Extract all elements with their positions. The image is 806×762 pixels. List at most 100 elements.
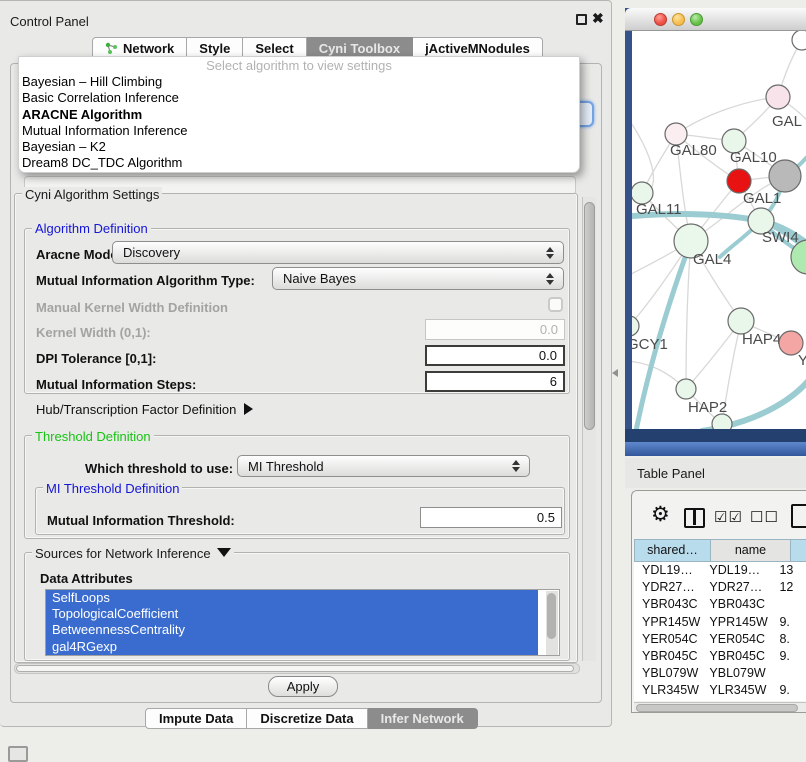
table-cell[interactable]: YLR345W	[701, 682, 771, 699]
close-window-icon[interactable]	[654, 13, 667, 26]
table-row[interactable]: YPR145WYPR145W9.	[634, 614, 806, 631]
aracne-mode-combo[interactable]: Discovery	[112, 241, 564, 264]
table-row[interactable]: YIL052CYIL052C9	[634, 700, 806, 702]
apply-button[interactable]: Apply	[268, 676, 338, 697]
table-hscrollbar[interactable]	[634, 702, 806, 713]
tab-infer-network[interactable]: Infer Network	[368, 708, 478, 729]
table-cell[interactable]: YBL079W	[701, 665, 771, 682]
network-node[interactable]	[712, 414, 732, 429]
dropdown-item[interactable]: Dream8 DC_TDC Algorithm	[19, 155, 579, 171]
network-node[interactable]	[792, 31, 806, 50]
network-node-hap2[interactable]	[676, 379, 696, 399]
table-row[interactable]: YDL19…YDL19…13	[634, 562, 806, 579]
dropdown-item[interactable]: Bayesian – K2	[19, 139, 579, 155]
threshold-definition-legend: Threshold Definition	[32, 429, 154, 444]
network-node-gcy1[interactable]	[632, 316, 639, 336]
table-cell[interactable]: YIL052C	[634, 700, 701, 702]
split-columns-icon[interactable]	[684, 508, 705, 528]
settings-hscrollbar-thumb[interactable]	[16, 665, 574, 672]
data-attributes-list[interactable]: SelfLoopsTopologicalCoefficientBetweenne…	[45, 589, 560, 656]
data-attribute-item[interactable]: BetweennessCentrality	[46, 622, 538, 638]
column-header[interactable]: A	[791, 539, 806, 562]
table-cell[interactable]	[771, 665, 806, 682]
settings-vscrollbar[interactable]	[582, 197, 596, 661]
table-cell[interactable]: YLR345W	[634, 682, 701, 699]
list-vscrollbar[interactable]	[546, 591, 558, 655]
hub-expander[interactable]: Hub/Transcription Factor Definition	[36, 402, 253, 417]
deselect-all-columns-icon[interactable]: ☐☐	[750, 508, 779, 526]
table-row[interactable]: YBR045CYBR045C9.	[634, 648, 806, 665]
dropdown-item[interactable]: ARACNE Algorithm	[19, 107, 579, 123]
list-vscrollbar-thumb[interactable]	[547, 593, 556, 639]
expander-collapsed-icon[interactable]	[244, 403, 253, 415]
table-cell[interactable]: YBL079W	[634, 665, 701, 682]
table-row[interactable]: YDR27…YDR27…12	[634, 579, 806, 596]
table-cell[interactable]: YBR043C	[701, 596, 771, 613]
tab-discretize-data[interactable]: Discretize Data	[247, 708, 367, 729]
table-cell[interactable]: 9	[771, 700, 806, 702]
new-table-icon[interactable]	[791, 504, 806, 528]
table-cell[interactable]: 12	[771, 579, 806, 596]
table-cell[interactable]: YBR045C	[701, 648, 771, 665]
table-cell[interactable]: YPR145W	[634, 614, 701, 631]
float-panel-icon[interactable]	[576, 14, 587, 25]
dpi-tolerance-field[interactable]: 0.0	[425, 345, 565, 366]
network-canvas[interactable]: GALGAL80GAL10GAL1GAL11SWI4GAL4GCY1HAP4YH…	[632, 31, 806, 429]
data-attribute-item[interactable]: TopologicalCoefficient	[46, 606, 538, 622]
table-cell[interactable]: YER054C	[701, 631, 771, 648]
network-node[interactable]	[769, 160, 801, 192]
table-cell[interactable]	[771, 596, 806, 613]
settings-hscrollbar[interactable]	[14, 663, 580, 674]
table-cell[interactable]: YBR043C	[634, 596, 701, 613]
network-window-titlebar[interactable]	[625, 8, 806, 31]
dropdown-item[interactable]: Basic Correlation Inference	[19, 90, 579, 106]
table-cell[interactable]: YDL19…	[701, 562, 771, 579]
sources-legend[interactable]: Sources for Network Inference	[32, 546, 234, 561]
network-edge[interactable]	[632, 111, 653, 193]
mi-threshold-field[interactable]: 0.5	[420, 507, 562, 528]
which-threshold-combo[interactable]: MI Threshold	[237, 455, 530, 477]
column-header[interactable]: shared…	[634, 539, 711, 562]
table-cell[interactable]: 9.	[771, 648, 806, 665]
table-cell[interactable]: YDL19…	[634, 562, 701, 579]
dropdown-item[interactable]: Mutual Information Inference	[19, 123, 579, 139]
expander-expanded-icon[interactable]	[217, 548, 231, 557]
network-edge[interactable]	[676, 97, 778, 134]
minimize-window-icon[interactable]	[672, 13, 685, 26]
table-cell[interactable]: YIL052C	[701, 700, 771, 702]
splitter-collapse-icon[interactable]	[612, 369, 618, 377]
data-attribute-item[interactable]: SelfLoops	[46, 590, 538, 606]
table-hscrollbar-thumb[interactable]	[636, 704, 798, 712]
table-cell[interactable]: 9.	[771, 682, 806, 699]
gear-icon[interactable]: ⚙	[651, 504, 670, 525]
zoom-window-icon[interactable]	[690, 13, 703, 26]
close-panel-icon[interactable]: ✖	[592, 10, 604, 27]
table-row[interactable]: YLR345WYLR345W9.	[634, 682, 806, 699]
table-row[interactable]: YBL079WYBL079W	[634, 665, 806, 682]
table-cell[interactable]: 9.	[771, 614, 806, 631]
network-edge-highlighted[interactable]	[636, 241, 691, 429]
spinner-arrows-icon	[546, 247, 554, 259]
settings-vscrollbar-thumb[interactable]	[584, 202, 595, 430]
tab-impute-data[interactable]: Impute Data	[145, 708, 247, 729]
network-node-gal[interactable]	[766, 85, 790, 109]
table-cell[interactable]: 13	[771, 562, 806, 579]
tab-label: Network	[123, 41, 174, 56]
column-header[interactable]: name	[711, 539, 791, 562]
bottom-corner-button[interactable]	[8, 746, 28, 762]
select-all-columns-icon[interactable]: ☑☑	[714, 508, 743, 526]
data-attributes-label: Data Attributes	[40, 571, 133, 586]
table-row[interactable]: YER054CYER054C8.	[634, 631, 806, 648]
mi-steps-field[interactable]: 6	[425, 371, 565, 392]
network-edge[interactable]	[686, 241, 691, 389]
table-cell[interactable]: YDR27…	[634, 579, 701, 596]
dropdown-item[interactable]: Bayesian – Hill Climbing	[19, 74, 579, 90]
table-cell[interactable]: YER054C	[634, 631, 701, 648]
table-cell[interactable]: YDR27…	[701, 579, 771, 596]
mi-type-combo[interactable]: Naive Bayes	[272, 267, 564, 290]
table-cell[interactable]: YBR045C	[634, 648, 701, 665]
table-row[interactable]: YBR043CYBR043C	[634, 596, 806, 613]
table-cell[interactable]: YPR145W	[701, 614, 771, 631]
data-attribute-item[interactable]: gal4RGexp	[46, 639, 538, 655]
table-cell[interactable]: 8.	[771, 631, 806, 648]
